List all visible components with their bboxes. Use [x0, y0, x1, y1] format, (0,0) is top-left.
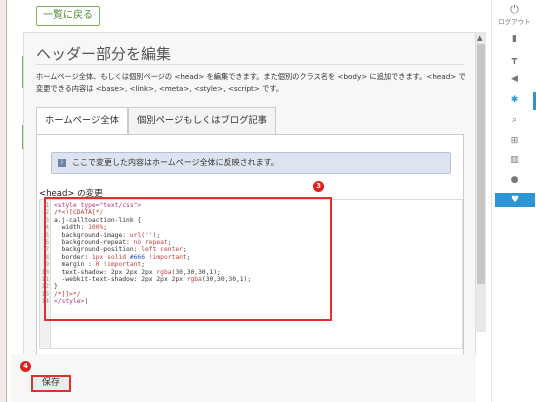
notice-text: ここで変更した内容はホームページ全体に反映されます。 — [72, 158, 279, 167]
scrollbar-thumb[interactable] — [477, 44, 485, 284]
page-title: ヘッダー部分を編集 — [36, 45, 172, 63]
bar-chart-icon[interactable]: ▥ — [492, 155, 536, 165]
editor-highlight-box — [44, 197, 332, 321]
tab-homepage-all[interactable]: ホームページ全体 — [36, 107, 128, 135]
power-icon[interactable]: ⏻ — [492, 3, 536, 17]
top-bar: 一覧に戻る — [8, 0, 491, 32]
info-icon: i — [58, 158, 66, 167]
left-edge-bar — [0, 0, 7, 402]
step-3-badge: 3 — [313, 181, 324, 192]
right-sidebar: ⏻ ログアウト ▮ ┳ ◀ ✱ ⌕ ⊞ ▥ ● ♥ — [491, 0, 536, 402]
paint-roller-icon[interactable]: ┳ — [492, 55, 536, 65]
description-text: ホームページ全体、もしくは個別ページの <head> を編集できます。また個別の… — [36, 72, 466, 93]
info-notice: i ここで変更した内容はホームページ全体に反映されます。 — [51, 152, 451, 174]
save-area — [11, 354, 476, 402]
heart-icon[interactable]: ♥ — [495, 193, 535, 207]
gear-icon[interactable]: ✱ — [492, 95, 536, 105]
cart-icon[interactable]: ⊞ — [492, 136, 536, 146]
save-button[interactable]: 保存 — [31, 375, 71, 392]
divider — [36, 64, 464, 65]
tab-individual-page[interactable]: 個別ページもしくはブログ記事 — [128, 107, 276, 134]
megaphone-icon[interactable]: ◀ — [492, 74, 536, 84]
brush-icon[interactable]: ▮ — [492, 34, 536, 44]
help-icon[interactable]: ● — [492, 175, 536, 185]
logout-label[interactable]: ログアウト — [492, 16, 536, 26]
search-icon[interactable]: ⌕ — [492, 115, 536, 125]
step-4-badge: 4 — [20, 361, 31, 372]
back-to-list-button[interactable]: 一覧に戻る — [36, 6, 100, 26]
scroll-up-icon[interactable]: ▲ — [477, 34, 482, 42]
